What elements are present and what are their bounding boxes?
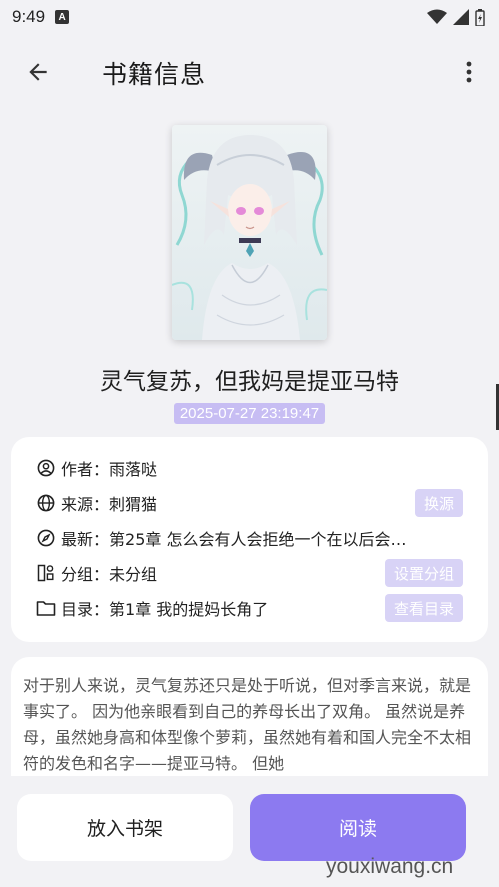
source-label: 来源：: [61, 495, 110, 514]
book-info-card: 作者： 雨落哒 来源： 刺猬猫 换源 最新： 第25章 怎么会有人会拒绝一个在以…: [11, 437, 488, 642]
set-group-button[interactable]: 设置分组: [384, 559, 463, 587]
arrow-left-icon: [29, 63, 47, 81]
book-title: 灵气复苏，但我妈是提亚马特: [100, 369, 399, 395]
group-icon: [36, 563, 56, 583]
status-indicators: [427, 8, 485, 26]
read-button[interactable]: 阅读: [250, 794, 466, 861]
folder-icon: [36, 598, 56, 618]
info-row-author[interactable]: 作者： 雨落哒: [36, 454, 463, 482]
group-label: 分组：: [61, 565, 110, 584]
latest-chapter-value: 第25章 怎么会有人会拒绝一个在以后会…: [109, 530, 407, 549]
person-circle-icon: [36, 458, 56, 478]
update-time-badge: 2025-07-27 23:19:47: [173, 403, 326, 424]
info-row-latest[interactable]: 最新： 第25章 怎么会有人会拒绝一个在以后会…: [36, 524, 463, 552]
back-button[interactable]: [22, 56, 54, 88]
book-cover[interactable]: [172, 125, 327, 340]
toc-label: 目录：: [61, 600, 110, 619]
more-options-button[interactable]: [455, 56, 483, 88]
info-row-source: 来源： 刺猬猫 换源: [36, 489, 463, 517]
group-value: 未分组: [109, 565, 158, 584]
toc-value: 第1章 我的提妈长角了: [109, 600, 269, 619]
battery-icon: [475, 8, 485, 26]
source-value: 刺猬猫: [109, 495, 158, 514]
signal-icon: [453, 9, 469, 25]
author-value: 雨落哒: [109, 460, 158, 479]
book-description: 对于别人来说，灵气复苏还只是处于听说，但对季言来说，就是事实了。 因为他亲眼看到…: [23, 676, 472, 773]
page-title: 书籍信息: [102, 60, 207, 89]
wifi-icon: [427, 9, 447, 24]
view-toc-button[interactable]: 查看目录: [384, 594, 463, 622]
globe-icon: [36, 493, 56, 513]
author-label: 作者：: [61, 460, 110, 479]
latest-label: 最新：: [61, 530, 110, 549]
change-source-button[interactable]: 换源: [414, 489, 463, 517]
app-bar: 书籍信息: [0, 40, 499, 104]
more-vertical-icon: [466, 61, 472, 83]
timestamp-wrapper: 2025-07-27 23:19:47: [0, 403, 499, 424]
status-bar: 9:49 A: [0, 0, 499, 34]
info-row-group: 分组： 未分组 设置分组: [36, 559, 463, 587]
compass-icon: [36, 528, 56, 548]
cover-illustration: [172, 125, 327, 340]
description-card[interactable]: 对于别人来说，灵气复苏还只是处于听说，但对季言来说，就是事实了。 因为他亲眼看到…: [11, 657, 488, 777]
watermark: youxiwang.cn: [326, 855, 454, 878]
notification-icon: A: [55, 10, 70, 24]
info-row-toc: 目录： 第1章 我的提妈长角了 查看目录: [36, 594, 463, 622]
add-to-shelf-button[interactable]: 放入书架: [17, 794, 233, 861]
status-time: 9:49: [12, 7, 46, 26]
